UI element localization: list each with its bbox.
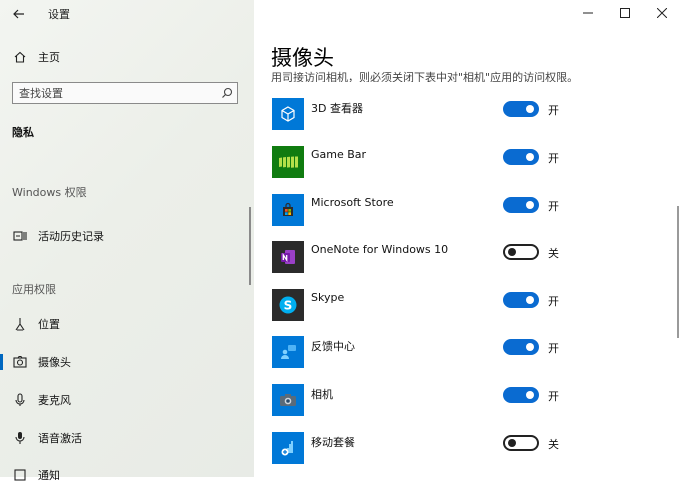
app-row-3d-viewer: 3D 查看器 开 (271, 98, 651, 134)
app-name: Skype (311, 291, 345, 304)
minimize-icon (583, 12, 593, 14)
app-row-onenote: OneNote for Windows 10 关 (271, 241, 651, 277)
toggle-state-label: 开 (548, 295, 559, 308)
app-name: OneNote for Windows 10 (311, 243, 449, 256)
onenote-icon (272, 241, 304, 273)
main-scrollbar[interactable] (677, 206, 679, 338)
toggle-state-label: 开 (548, 342, 559, 355)
nav-activity-history-label: 活动历史记录 (38, 230, 104, 243)
nav-home-label: 主页 (38, 51, 60, 64)
back-arrow-icon (13, 9, 24, 19)
app-toggle[interactable] (503, 387, 539, 403)
app-row-microsoft-store: Microsoft Store 开 (271, 194, 651, 230)
category-title: 隐私 (12, 126, 34, 139)
sidebar-scrollbar[interactable] (249, 207, 251, 285)
nav-voice-activation[interactable]: 语音激活 (0, 425, 254, 451)
toggle-state-label: 开 (548, 104, 559, 117)
app-row-skype: S Skype 开 (271, 289, 651, 325)
app-toggle[interactable] (503, 197, 539, 213)
app-name: 相机 (311, 388, 333, 401)
nav-activity-history[interactable]: 活动历史记录 (0, 223, 254, 249)
home-icon (12, 49, 28, 65)
skype-icon: S (272, 289, 304, 321)
app-row-camera: 相机 开 (271, 384, 651, 420)
search-icon[interactable] (217, 87, 237, 99)
nav-camera-label: 摄像头 (38, 356, 71, 369)
camera-icon (12, 354, 28, 370)
activity-history-icon (12, 228, 28, 244)
close-button[interactable] (644, 0, 680, 26)
maximize-icon (620, 8, 630, 18)
app-row-feedback-hub: 反馈中心 开 (271, 336, 651, 372)
app-toggle[interactable] (503, 244, 539, 260)
close-icon (657, 8, 667, 18)
store-icon (272, 194, 304, 226)
microphone-icon (12, 392, 28, 408)
app-name: 3D 查看器 (311, 102, 363, 115)
app-toggle[interactable] (503, 339, 539, 355)
main-panel: 摄像头 用司接访问相机，则必须关闭下表中对"相机"应用的访问权限。 3D 查看器… (254, 0, 680, 477)
nav-camera[interactable]: 摄像头 (0, 349, 254, 375)
nav-location[interactable]: 位置 (0, 311, 254, 337)
nav-microphone-label: 麦克风 (38, 394, 71, 407)
minimize-button[interactable] (570, 0, 606, 26)
search-input[interactable] (13, 85, 217, 101)
app-toggle[interactable] (503, 101, 539, 117)
section-app-permissions: 应用权限 (12, 283, 56, 296)
maximize-button[interactable] (607, 0, 643, 26)
location-icon (12, 316, 28, 332)
toggle-state-label: 关 (548, 247, 559, 260)
mobile-plans-icon (272, 432, 304, 464)
app-name: 移动套餐 (311, 436, 355, 449)
toggle-state-label: 开 (548, 152, 559, 165)
search-box[interactable] (12, 82, 238, 104)
toggle-state-label: 开 (548, 390, 559, 403)
app-title: 设置 (48, 8, 70, 21)
3d-viewer-icon (272, 98, 304, 130)
nav-voice-activation-label: 语音激活 (38, 432, 82, 445)
nav-location-label: 位置 (38, 318, 60, 331)
app-name: Game Bar (311, 148, 367, 161)
app-name: 反馈中心 (311, 340, 355, 353)
description-text: 用司接访问相机，则必须关闭下表中对"相机"应用的访问权限。 (271, 71, 579, 83)
toggle-state-label: 开 (548, 200, 559, 213)
toggle-state-label: 关 (548, 438, 559, 451)
app-toggle[interactable] (503, 292, 539, 308)
app-row-mobile-plans: 移动套餐 关 (271, 432, 651, 468)
notification-icon (12, 467, 28, 483)
nav-notification[interactable]: 通知 (0, 462, 254, 488)
feedback-hub-icon (272, 336, 304, 368)
svg-text:S: S (284, 299, 293, 313)
nav-home[interactable]: 主页 (0, 44, 254, 70)
game-bar-icon (272, 146, 304, 178)
back-button[interactable] (8, 3, 30, 25)
nav-notification-label: 通知 (38, 469, 60, 482)
sidebar: 设置 主页 隐私 Windows 权限 活动历史记录 应用权限 位置 摄像头 (0, 0, 254, 482)
app-toggle[interactable] (503, 435, 539, 451)
voice-activation-icon (12, 430, 28, 446)
app-name: Microsoft Store (311, 196, 394, 209)
title-bar: 设置 (0, 0, 254, 28)
app-toggle[interactable] (503, 149, 539, 165)
app-row-game-bar: Game Bar 开 (271, 146, 651, 182)
camera-app-icon (272, 384, 304, 416)
section-windows-permissions: Windows 权限 (12, 186, 87, 199)
nav-microphone[interactable]: 麦克风 (0, 387, 254, 413)
